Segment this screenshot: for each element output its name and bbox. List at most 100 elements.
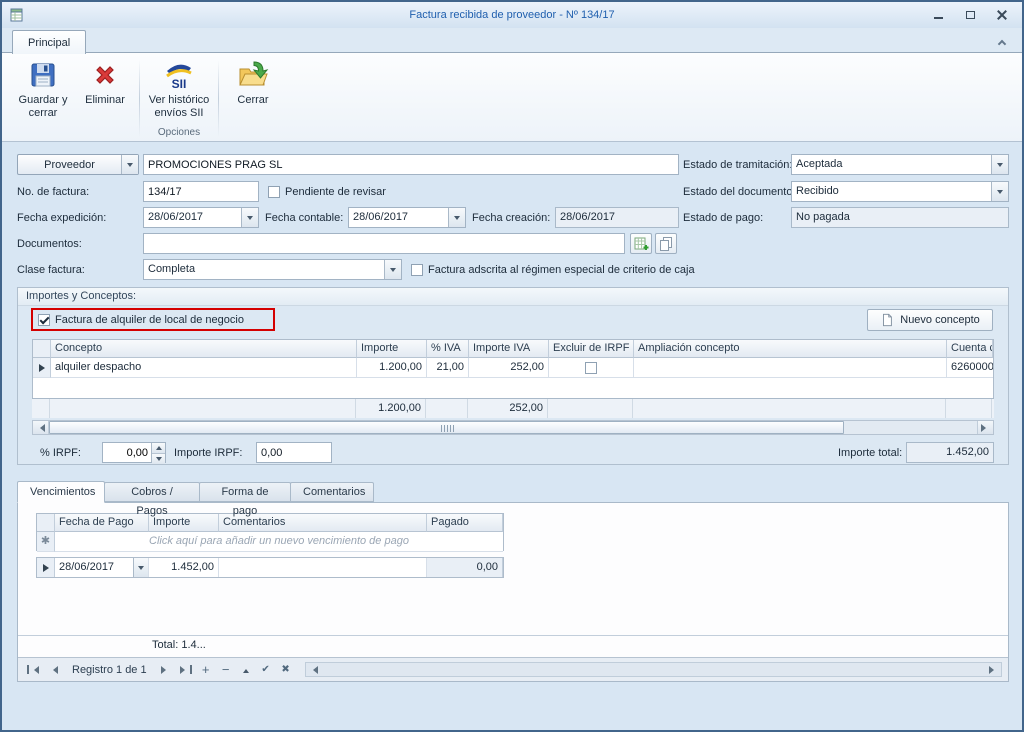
ribbon-collapse-button[interactable] bbox=[994, 36, 1010, 48]
nuevo-concepto-button[interactable]: Nuevo concepto bbox=[867, 309, 993, 331]
column-header-excluir-irpf[interactable]: Excluir de IRPF bbox=[549, 340, 634, 358]
tab-vencimientos[interactable]: Vencimientos bbox=[17, 481, 105, 503]
close-button[interactable] bbox=[994, 7, 1010, 23]
conceptos-hscrollbar[interactable] bbox=[32, 420, 994, 435]
current-row-icon bbox=[39, 364, 49, 372]
fecha-expedicion-dropdown-button[interactable] bbox=[241, 208, 258, 227]
irpf-pct-input[interactable] bbox=[103, 443, 151, 462]
total-importe-iva: 252,00 bbox=[468, 399, 548, 418]
alquiler-local-label: Factura de alquiler de local de negocio bbox=[55, 314, 244, 326]
importe-total-label: Importe total: bbox=[838, 445, 902, 461]
save-close-button[interactable]: Guardar y cerrar bbox=[12, 56, 74, 120]
nav-first-button[interactable] bbox=[24, 662, 42, 678]
nav-last-icon bbox=[190, 665, 192, 674]
column-header-ampliacion[interactable]: Ampliación concepto bbox=[634, 340, 947, 358]
fecha-expedicion-label: Fecha expedición: bbox=[17, 210, 106, 226]
column-header-importe[interactable]: Importe bbox=[357, 340, 427, 358]
cell-importe-iva[interactable]: 252,00 bbox=[469, 358, 549, 378]
tab-forma-pago[interactable]: Forma de pago bbox=[199, 482, 291, 502]
new-row[interactable]: ✱ Click aquí para añadir un nuevo vencim… bbox=[37, 532, 503, 552]
sii-history-button[interactable]: SII Ver histórico envíos SII bbox=[143, 56, 215, 120]
no-factura-input[interactable] bbox=[143, 181, 259, 202]
nav-cancel-button[interactable]: ✖ bbox=[277, 662, 295, 678]
scrollbar-thumb[interactable] bbox=[49, 421, 844, 434]
estado-documento-combo[interactable]: Recibido bbox=[791, 181, 1009, 202]
new-row-hint[interactable]: Click aquí para añadir un nuevo vencimie… bbox=[55, 532, 503, 552]
proveedor-button[interactable]: Proveedor bbox=[17, 154, 139, 175]
record-counter: Registro 1 de 1 bbox=[64, 664, 155, 676]
irpf-pct-spinner[interactable] bbox=[102, 442, 166, 463]
edit-icon bbox=[243, 666, 249, 673]
restore-button[interactable] bbox=[962, 7, 978, 23]
documentos-input[interactable] bbox=[143, 233, 625, 254]
cell-concepto[interactable]: alquiler despacho bbox=[51, 358, 357, 378]
pendiente-revisar-checkbox[interactable]: Pendiente de revisar bbox=[268, 184, 386, 199]
copy-document-button[interactable] bbox=[655, 233, 677, 254]
checkbox-checked-icon bbox=[38, 314, 50, 326]
spin-down-button[interactable] bbox=[152, 454, 165, 464]
dropdown-arrow-icon bbox=[138, 566, 144, 573]
close-icon bbox=[997, 10, 1007, 20]
column-header-cuenta[interactable]: Cuenta co bbox=[947, 340, 993, 358]
sii-icon: SII bbox=[163, 59, 195, 91]
nav-prev-button[interactable] bbox=[44, 662, 62, 678]
add-document-button[interactable] bbox=[630, 233, 652, 254]
cell-ampliacion[interactable] bbox=[634, 358, 947, 378]
delete-label: Eliminar bbox=[85, 94, 125, 107]
minimize-button[interactable] bbox=[930, 7, 946, 23]
clase-factura-dropdown-button[interactable] bbox=[384, 260, 401, 279]
tab-cobros-pagos[interactable]: Cobros / Pagos bbox=[104, 482, 200, 502]
scroll-left-button[interactable] bbox=[33, 421, 49, 434]
ribbon-separator bbox=[218, 60, 219, 137]
column-header-pagado[interactable]: Pagado bbox=[427, 514, 503, 532]
pager-hscrollbar[interactable] bbox=[305, 662, 1002, 677]
cell-importe[interactable]: 1.452,00 bbox=[149, 558, 219, 577]
nav-next-button[interactable] bbox=[157, 662, 175, 678]
column-header-iva[interactable]: % IVA bbox=[427, 340, 469, 358]
nav-append-button[interactable]: + bbox=[197, 662, 215, 678]
column-header-fecha-pago[interactable]: Fecha de Pago bbox=[55, 514, 149, 532]
cell-fecha-pago[interactable]: 28/06/2017 bbox=[55, 558, 149, 577]
nav-last-button[interactable] bbox=[177, 662, 195, 678]
alquiler-local-checkbox[interactable]: Factura de alquiler de local de negocio bbox=[38, 312, 244, 327]
window-controls bbox=[930, 7, 1022, 23]
nav-edit-button[interactable] bbox=[237, 662, 255, 678]
column-header-importe-iva[interactable]: Importe IVA bbox=[469, 340, 549, 358]
nav-delete-button[interactable]: − bbox=[217, 662, 235, 678]
copy-document-icon bbox=[658, 236, 674, 252]
total-importe: 1.200,00 bbox=[356, 399, 426, 418]
delete-button[interactable]: Eliminar bbox=[74, 56, 136, 107]
tab-principal[interactable]: Principal bbox=[12, 30, 86, 54]
column-header-concepto[interactable]: Concepto bbox=[51, 340, 357, 358]
clase-factura-combo[interactable]: Completa bbox=[143, 259, 402, 280]
scroll-right-button[interactable] bbox=[977, 421, 993, 434]
proveedor-input[interactable] bbox=[143, 154, 679, 175]
cell-excluir-irpf[interactable] bbox=[549, 358, 634, 378]
estado-documento-dropdown-button[interactable] bbox=[991, 182, 1008, 201]
cerrar-button[interactable]: Cerrar bbox=[222, 56, 284, 107]
regimen-caja-checkbox[interactable]: Factura adscrita al régimen especial de … bbox=[411, 262, 695, 277]
fecha-contable-combo[interactable]: 28/06/2017 bbox=[348, 207, 466, 228]
fecha-contable-dropdown-button[interactable] bbox=[448, 208, 465, 227]
cell-comentarios[interactable] bbox=[219, 558, 427, 577]
cell-importe[interactable]: 1.200,00 bbox=[357, 358, 427, 378]
nav-last-icon bbox=[180, 666, 189, 674]
proveedor-dropdown-button[interactable] bbox=[121, 155, 138, 174]
fecha-pago-dropdown-button[interactable] bbox=[133, 558, 148, 577]
irpf-importe-input[interactable] bbox=[256, 442, 332, 463]
cell-iva[interactable]: 21,00 bbox=[427, 358, 469, 378]
ribbon-separator bbox=[139, 60, 140, 137]
spin-up-button[interactable] bbox=[152, 443, 165, 454]
cell-cuenta[interactable]: 62600000 bbox=[947, 358, 993, 378]
tab-comentarios[interactable]: Comentarios bbox=[290, 482, 374, 502]
estado-tramitacion-combo[interactable]: Aceptada bbox=[791, 154, 1009, 175]
estado-tramitacion-dropdown-button[interactable] bbox=[991, 155, 1008, 174]
nav-prev-icon bbox=[49, 666, 58, 674]
regimen-caja-label: Factura adscrita al régimen especial de … bbox=[428, 264, 695, 276]
vencimientos-panel: Fecha de Pago Importe Comentarios Pagado… bbox=[17, 502, 1009, 682]
nav-post-button[interactable]: ✔ bbox=[257, 662, 275, 678]
checkbox-icon bbox=[411, 264, 423, 276]
dropdown-arrow-icon bbox=[454, 216, 460, 223]
fecha-expedicion-combo[interactable]: 28/06/2017 bbox=[143, 207, 259, 228]
dropdown-arrow-icon bbox=[127, 163, 133, 170]
